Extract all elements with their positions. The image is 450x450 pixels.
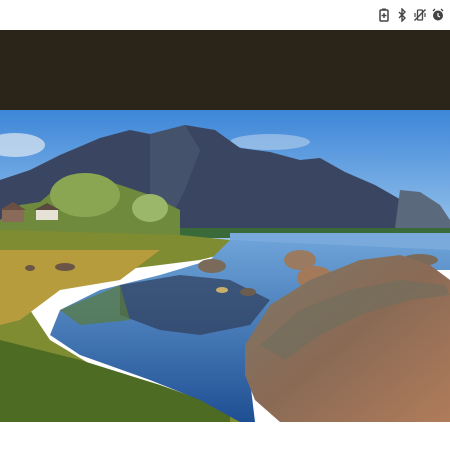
status-bar bbox=[0, 0, 450, 30]
header-banner bbox=[0, 30, 450, 110]
landscape-photo-image bbox=[0, 110, 450, 422]
bluetooth-icon bbox=[396, 8, 408, 22]
alarm-icon bbox=[432, 8, 444, 22]
battery-saver-icon bbox=[378, 8, 390, 22]
caption-area bbox=[0, 422, 450, 450]
status-icons bbox=[378, 7, 444, 23]
vibrate-mute-icon bbox=[414, 8, 426, 22]
landscape-photo[interactable] bbox=[0, 110, 450, 422]
